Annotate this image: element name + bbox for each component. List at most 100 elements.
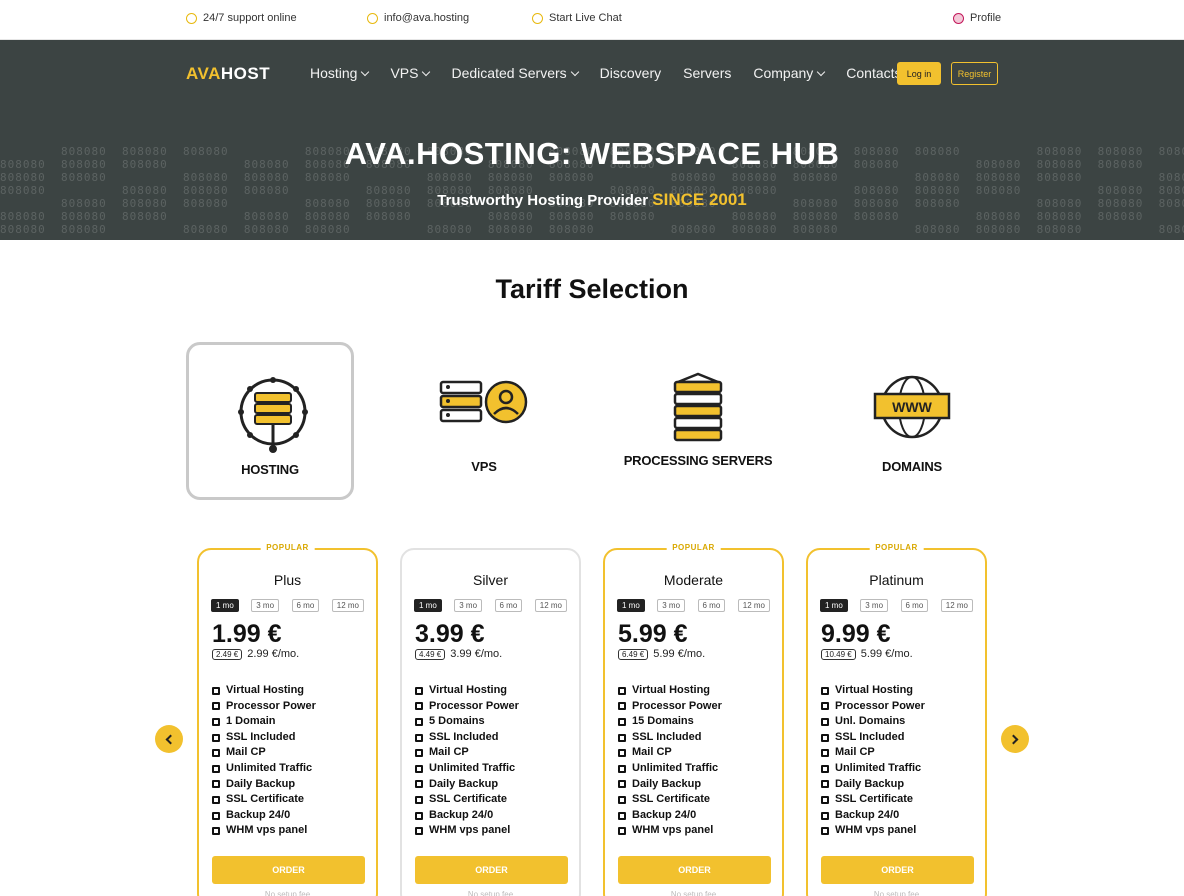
chevron-down-icon bbox=[422, 67, 431, 76]
tab-hosting[interactable]: HOSTING bbox=[186, 342, 354, 500]
plan-feature-item: SSL Included bbox=[415, 730, 519, 746]
plan-feature-label: Mail CP bbox=[835, 746, 875, 759]
plan-period-option[interactable]: 6 mo bbox=[494, 599, 523, 612]
plan-footnote: No setup fee bbox=[467, 890, 514, 896]
topbar-support[interactable]: 24/7 support online bbox=[186, 12, 297, 24]
plan-feature-label: Mail CP bbox=[226, 746, 266, 759]
chevron-down-icon bbox=[570, 67, 579, 76]
plan-feature-item: WHM vps panel bbox=[212, 823, 316, 839]
plan-footnote: No setup fee bbox=[873, 890, 920, 896]
plan-period-option[interactable]: 1 mo bbox=[414, 599, 442, 612]
plan-feature-label: SSL Included bbox=[632, 730, 702, 743]
login-button[interactable]: Log in bbox=[897, 62, 941, 85]
nav-item-label: Servers bbox=[683, 65, 732, 81]
plan-feature-item: Daily Backup bbox=[618, 777, 722, 793]
nav-item-3[interactable]: Discovery bbox=[600, 65, 661, 81]
register-button[interactable]: Register bbox=[951, 62, 998, 85]
checkbox-icon bbox=[618, 717, 626, 726]
topbar-live-chat[interactable]: Start Live Chat bbox=[532, 12, 622, 24]
plan-period-option[interactable]: 6 mo bbox=[697, 599, 726, 612]
plan-name: Silver bbox=[472, 572, 508, 588]
checkbox-icon bbox=[415, 811, 423, 820]
plan-name: Platinum bbox=[869, 572, 924, 588]
plan-old-price: 10.49 € bbox=[821, 648, 856, 660]
checkbox-icon bbox=[618, 764, 626, 773]
plan-feature-item: WHM vps panel bbox=[821, 823, 925, 839]
checkbox-icon bbox=[415, 733, 423, 742]
order-button[interactable]: ORDER bbox=[212, 856, 365, 884]
plan-feature-item: Processor Power bbox=[821, 699, 925, 715]
plan-feature-label: SSL Included bbox=[429, 730, 499, 743]
plan-period-option[interactable]: 1 mo bbox=[820, 599, 848, 612]
top-info-bar: 24/7 support online info@ava.hosting Sta… bbox=[0, 0, 1184, 40]
chevron-down-icon bbox=[361, 67, 370, 76]
plan-price-details: 2.49 € 2.99 €/mo. bbox=[212, 648, 299, 660]
plan-period-option[interactable]: 3 mo bbox=[657, 599, 686, 612]
order-button[interactable]: ORDER bbox=[821, 856, 974, 884]
checkbox-icon bbox=[821, 749, 829, 758]
order-button[interactable]: ORDER bbox=[415, 856, 568, 884]
nav-item-label: Company bbox=[753, 65, 814, 81]
plan-features: Virtual Hosting Processor Power 1 Domain SS… bbox=[212, 683, 316, 839]
nav-item-6[interactable]: Contacts bbox=[846, 65, 901, 81]
plan-feature-label: Virtual Hosting bbox=[429, 684, 508, 696]
checkbox-icon bbox=[415, 795, 423, 804]
logo-text: HOST bbox=[220, 64, 271, 83]
topbar-email[interactable]: info@ava.hosting bbox=[367, 12, 469, 24]
plan-feature-item: SSL Certificate bbox=[618, 792, 722, 808]
svg-text:WWW: WWW bbox=[892, 399, 932, 415]
plan-period-option[interactable]: 6 mo bbox=[900, 599, 929, 612]
plan-period-option[interactable]: 3 mo bbox=[860, 599, 889, 612]
nav-item-0[interactable]: Hosting bbox=[310, 65, 370, 81]
plan-period-option[interactable]: 12 mo bbox=[331, 599, 364, 612]
nav-item-1[interactable]: VPS bbox=[390, 65, 431, 81]
tab-domains-label: DOMAINS bbox=[882, 459, 942, 474]
plan-feature-item: Mail CP bbox=[415, 745, 519, 761]
nav-item-label: VPS bbox=[390, 65, 419, 81]
server-stack-icon bbox=[673, 372, 723, 442]
plan-period-option[interactable]: 3 mo bbox=[251, 599, 280, 612]
checkbox-icon bbox=[415, 780, 423, 789]
plan-feature-item: WHM vps panel bbox=[415, 823, 519, 839]
plan-feature-label: Virtual Hosting bbox=[226, 684, 305, 696]
checkbox-icon bbox=[212, 827, 220, 836]
plan-period-option[interactable]: 6 mo bbox=[291, 599, 320, 612]
checkbox-icon bbox=[821, 780, 829, 789]
hero-header: 808080 808080 808080 808080 808080 80808… bbox=[0, 40, 1184, 240]
plan-feature-label: Unlimited Traffic bbox=[835, 761, 922, 774]
plan-feature-label: 5 Domains bbox=[429, 715, 485, 728]
tab-hosting-label: HOSTING bbox=[241, 462, 299, 477]
nav-item-4[interactable]: Servers bbox=[683, 65, 731, 81]
plan-feature-label: WHM vps panel bbox=[226, 824, 308, 837]
plan-period-option[interactable]: 1 mo bbox=[211, 599, 239, 612]
plan-ribbon: POPULAR bbox=[260, 543, 315, 552]
hero-since: SINCE 2001 bbox=[652, 190, 747, 209]
plan-feature-label: WHM vps panel bbox=[429, 824, 511, 837]
plan-old-price: 6.49 € bbox=[618, 648, 649, 660]
logo[interactable]: AVAHOST bbox=[186, 64, 270, 84]
plan-card: POPULAR Platinum 1 mo 3 mo 6 mo 12 mo 9.99 €10… bbox=[806, 543, 987, 896]
nav-item-5[interactable]: Company bbox=[753, 65, 826, 81]
checkbox-icon bbox=[212, 749, 220, 758]
topbar-support-label: 24/7 support online bbox=[203, 12, 297, 24]
plan-period-option[interactable]: 12 mo bbox=[737, 599, 770, 612]
carousel-prev-button[interactable] bbox=[155, 725, 183, 753]
carousel-next-button[interactable] bbox=[1001, 725, 1029, 753]
tab-domains[interactable]: WWW DOMAINS bbox=[828, 342, 996, 500]
tab-vps[interactable]: VPS bbox=[400, 342, 568, 500]
topbar-profile[interactable]: Profile bbox=[953, 12, 1001, 24]
plan-period-option[interactable]: 12 mo bbox=[534, 599, 567, 612]
checkbox-icon bbox=[415, 702, 423, 711]
tariff-section-title: Tariff Selection bbox=[495, 274, 689, 304]
plan-period-option[interactable]: 1 mo bbox=[617, 599, 645, 612]
plan-feature-item: Daily Backup bbox=[821, 777, 925, 793]
nav-item-2[interactable]: Dedicated Servers bbox=[451, 65, 579, 81]
plan-period-option[interactable]: 12 mo bbox=[940, 599, 973, 612]
tab-processing-servers[interactable]: PROCESSING SERVERS bbox=[614, 342, 782, 500]
order-button[interactable]: ORDER bbox=[618, 856, 771, 884]
plan-feature-label: SSL Certificate bbox=[429, 793, 508, 806]
plan-old-price: 4.49 € bbox=[415, 648, 446, 660]
plan-monthly-price: 5.99 €/mo. bbox=[860, 648, 913, 660]
plan-feature-item: Mail CP bbox=[618, 745, 722, 761]
plan-period-option[interactable]: 3 mo bbox=[454, 599, 483, 612]
